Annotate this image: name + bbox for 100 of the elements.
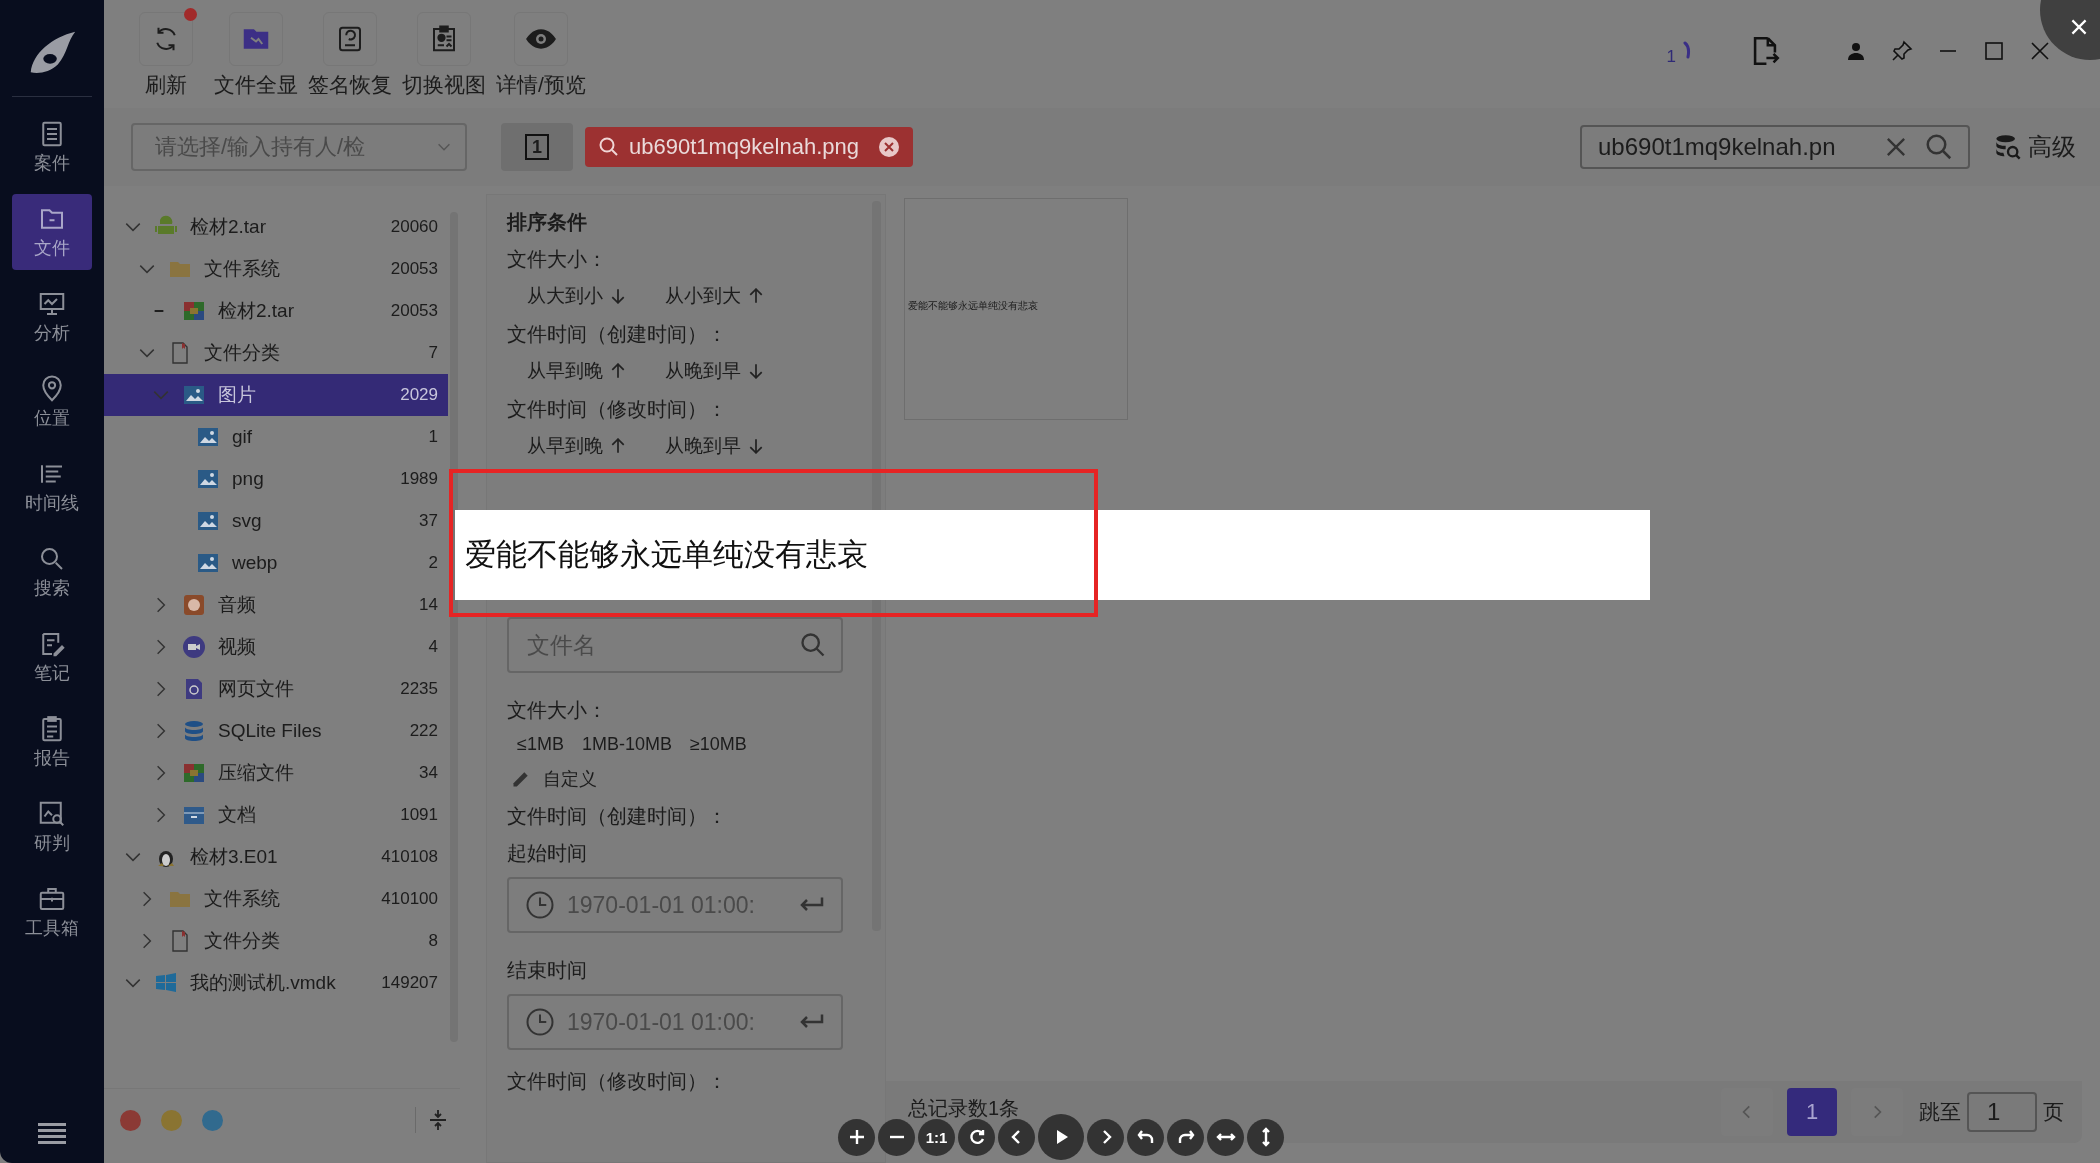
filter-label: 文件大小： — [507, 247, 608, 272]
page-button[interactable]: 1 — [1787, 1088, 1837, 1136]
toolbar-button[interactable]: 详情/预览 — [496, 0, 586, 98]
nav-item[interactable]: 搜索 — [12, 534, 92, 610]
arrow-up-icon — [611, 438, 625, 454]
archive-icon — [182, 761, 206, 785]
arrow-down-icon — [749, 363, 763, 379]
arrow-down-icon — [611, 288, 625, 304]
tree-item[interactable]: 图片 2029 — [104, 374, 448, 416]
window-grid-icon — [154, 971, 178, 995]
size-option[interactable]: 1MB-10MB — [581, 734, 672, 755]
color-dot[interactable] — [202, 1109, 223, 1131]
tree-item[interactable]: 压缩文件 34 — [104, 752, 448, 794]
image-text: 爱能不能够永远单纯没有悲哀 — [465, 536, 868, 574]
image-icon — [196, 467, 220, 491]
tree-item[interactable]: 网页文件 2235 — [104, 668, 448, 710]
nav-item[interactable]: 案件 — [12, 109, 92, 185]
close-icon[interactable] — [876, 135, 901, 159]
minus-icon — [888, 1135, 905, 1139]
database-icon — [182, 719, 206, 743]
tree-item[interactable]: 文档 1091 — [104, 794, 448, 836]
play-button[interactable] — [1038, 1114, 1084, 1160]
search-tag[interactable]: ub690t1mq9kelnah.png — [585, 127, 913, 167]
search-field[interactable]: ub690t1mq9kelnah.pn — [1580, 125, 1970, 169]
nav-item[interactable]: 笔记 — [12, 619, 92, 695]
tree-item[interactable]: SQLite Files 222 — [104, 710, 448, 752]
search-input[interactable]: ub690t1mq9kelnah.pn — [1596, 132, 1868, 162]
sort-option[interactable]: 从晚到早 — [665, 358, 763, 384]
sort-option[interactable]: 从晚到早 — [665, 433, 763, 459]
thumbnail[interactable]: 爱能不能够永远单纯没有悲哀 — [904, 198, 1128, 420]
record-count: 总记录数1条 — [908, 1095, 1020, 1121]
scrollbar[interactable] — [450, 212, 458, 1042]
section-title: 排序条件 — [507, 210, 588, 235]
arrow-up-icon — [749, 288, 763, 304]
toolbar-button[interactable]: 切换视图 — [402, 0, 486, 98]
filter-label: 文件时间（修改时间）： — [507, 1069, 728, 1094]
clock-icon — [525, 890, 555, 920]
tree-item[interactable]: 视频 4 — [104, 626, 448, 668]
page-suffix: 页 — [2043, 1099, 2064, 1125]
tree-item[interactable]: 检材2.tar 20060 — [104, 206, 448, 248]
tree-item[interactable]: 检材2.tar 20053 — [104, 290, 448, 332]
jump-label: 跳至 — [1919, 1099, 1961, 1125]
thumbnail-text: 爱能不能够永远单纯没有悲哀 — [908, 299, 1038, 313]
sort-option[interactable]: 从大到小 — [527, 283, 625, 309]
image-icon — [196, 509, 220, 533]
size-option[interactable]: ≥10MB — [689, 734, 747, 755]
page-input[interactable]: 1 — [1967, 1092, 2037, 1132]
tree-item[interactable]: svg 37 — [104, 500, 448, 542]
nav-item[interactable]: 研判 — [12, 789, 92, 865]
image-icon — [182, 383, 206, 407]
nav-item[interactable]: 分析 — [12, 279, 92, 355]
database-search-icon — [1994, 133, 2022, 161]
maximize-icon[interactable] — [1982, 39, 2006, 63]
custom-button[interactable]: 自定义 — [507, 767, 597, 791]
nav-item[interactable]: 位置 — [12, 364, 92, 440]
tree-item[interactable]: 音频 14 — [104, 584, 448, 626]
tree-item[interactable]: 我的测试机.vmdk 149207 — [104, 962, 448, 1004]
tree-item[interactable]: png 1989 — [104, 458, 448, 500]
filter-label: 文件大小： — [507, 698, 608, 723]
nav-item[interactable]: 文件 — [12, 194, 92, 270]
sort-option[interactable]: 从早到晚 — [527, 358, 625, 384]
filter-label: 文件时间（修改时间）： — [507, 397, 728, 422]
chevron-left-icon — [1010, 1129, 1023, 1145]
video-icon — [182, 635, 206, 659]
search-icon[interactable] — [799, 631, 827, 659]
tree-item[interactable]: 文件系统 20053 — [104, 248, 448, 290]
spinner-icon — [1682, 41, 1692, 61]
tree-item[interactable]: gif 1 — [104, 416, 448, 458]
tree-item[interactable]: webp 2 — [104, 542, 448, 584]
nav-item[interactable]: 工具箱 — [12, 874, 92, 950]
view-toggle-button[interactable]: 1 — [501, 123, 573, 171]
sort-option[interactable]: 从早到晚 — [527, 433, 625, 459]
arrow-down-icon — [749, 438, 763, 454]
pin-icon[interactable] — [1890, 39, 1914, 63]
nav-item[interactable]: 报告 — [12, 704, 92, 780]
archive-icon — [182, 299, 206, 323]
tree-item[interactable]: 检材3.E01 410108 — [104, 836, 448, 878]
filter-label: 文件时间（创建时间）： — [507, 804, 728, 829]
nav-item[interactable]: 时间线 — [12, 449, 92, 525]
color-dot[interactable] — [120, 1109, 141, 1131]
tree-item[interactable]: 文件分类 8 — [104, 920, 448, 962]
filter-label: 起始时间 — [507, 841, 588, 866]
arrow-up-icon — [611, 363, 625, 379]
toolbar-button[interactable]: 刷新 — [128, 0, 204, 98]
collapse-icon[interactable] — [415, 1107, 448, 1133]
menu-icon[interactable] — [38, 1123, 66, 1145]
image-search-icon — [37, 799, 67, 829]
search-icon[interactable] — [1924, 132, 1954, 162]
size-option[interactable]: ≤1MB — [517, 734, 564, 755]
sort-option[interactable]: 从小到大 — [665, 283, 763, 309]
toolbar-button[interactable]: 文件全显 — [214, 0, 298, 98]
advanced-button[interactable]: 高级 — [1994, 131, 2076, 163]
image-icon — [196, 551, 220, 575]
image-icon — [196, 425, 220, 449]
tree-item[interactable]: 文件分类 7 — [104, 332, 448, 374]
audio-icon — [182, 593, 206, 617]
color-dot[interactable] — [161, 1109, 182, 1131]
tree-item[interactable]: 文件系统 410100 — [104, 878, 448, 920]
toolbar-button[interactable]: 签名恢复 — [308, 0, 392, 98]
filter-label: 文件时间（创建时间）： — [507, 322, 728, 347]
